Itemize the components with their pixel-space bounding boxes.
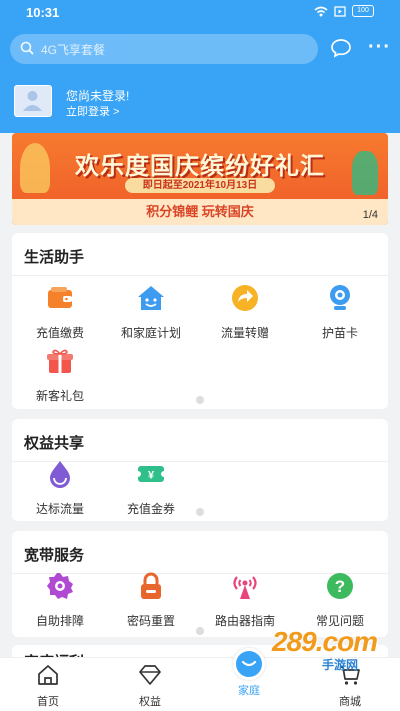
coupon-icon: ¥ bbox=[135, 466, 167, 482]
promo-banner[interactable]: 欢乐度国庆缤纷好礼汇 即日起至2021年10月13日 积分锦鲤 玩转国庆 1/4 bbox=[12, 133, 388, 225]
login-row[interactable]: 您尚未登录! 立即登录 > bbox=[14, 85, 314, 119]
camera-icon bbox=[330, 285, 350, 310]
search-placeholder: 4G飞享套餐 bbox=[41, 43, 106, 57]
broadband-card: 宽带服务 自助排障 密码重置 路由器指南 ? 常见问题 bbox=[12, 531, 388, 637]
card-title: 生活助手 bbox=[24, 249, 85, 266]
svg-text:¥: ¥ bbox=[148, 470, 155, 482]
watermark-subtitle: 手游网 bbox=[322, 658, 359, 672]
family-plan-item[interactable]: 和家庭计划 bbox=[110, 283, 192, 341]
self-troubleshoot-item[interactable]: 自助排障 bbox=[19, 571, 101, 629]
card-title: 宽带服务 bbox=[24, 547, 85, 564]
recharge-item[interactable]: 充值缴费 bbox=[19, 283, 101, 341]
banner-date: 即日起至2021年10月13日 bbox=[125, 178, 275, 193]
screen-icon bbox=[334, 5, 346, 17]
item-label: 流量转赠 bbox=[220, 326, 269, 340]
home-icon bbox=[38, 665, 58, 685]
banner-page-counter: 1/4 bbox=[362, 209, 378, 221]
target-data-item[interactable]: 达标流量 bbox=[19, 459, 101, 517]
diamond-icon bbox=[139, 665, 161, 685]
home-smile-icon bbox=[138, 286, 164, 310]
rights-share-card: 权益共享 达标流量 ¥ 充值金券 bbox=[12, 419, 388, 521]
search-icon bbox=[20, 41, 34, 55]
user-icon bbox=[23, 91, 42, 111]
search-row: 4G飞享套餐 ··· bbox=[0, 34, 400, 66]
password-reset-item[interactable]: 密码重置 bbox=[110, 571, 192, 629]
message-icon[interactable] bbox=[330, 38, 352, 58]
antenna-icon bbox=[233, 576, 257, 599]
card-title: 权益共享 bbox=[24, 435, 85, 452]
page-indicator bbox=[196, 396, 204, 404]
gear-icon bbox=[47, 573, 73, 599]
nav-rights[interactable]: 权益 bbox=[120, 664, 180, 709]
item-label: 和家庭计划 bbox=[120, 326, 181, 340]
nav-label: 商城 bbox=[339, 696, 361, 708]
wallet-icon bbox=[48, 287, 72, 308]
life-assistant-card: 生活助手 充值缴费 和家庭计划 流量转赠 护苗卡 新客礼包 bbox=[12, 233, 388, 409]
banner-subtitle: 积分锦鲤 玩转国庆 bbox=[12, 199, 388, 225]
login-link[interactable]: 立即登录 > bbox=[66, 103, 119, 119]
item-label: 充值金券 bbox=[126, 502, 175, 516]
share-arrow-icon bbox=[232, 285, 258, 311]
divider bbox=[12, 275, 388, 276]
wifi-icon bbox=[314, 6, 328, 16]
more-icon[interactable]: ··· bbox=[368, 37, 391, 57]
page-indicator bbox=[196, 627, 204, 635]
item-label: 新客礼包 bbox=[35, 389, 84, 403]
status-bar: 10:31 100 bbox=[0, 0, 400, 26]
gift-icon bbox=[47, 349, 73, 373]
data-transfer-item[interactable]: 流量转赠 bbox=[204, 283, 286, 341]
new-user-gift-item[interactable]: 新客礼包 bbox=[19, 346, 101, 404]
battery-icon: 100 bbox=[352, 5, 374, 17]
nav-family[interactable]: 家庭 bbox=[219, 648, 279, 698]
item-label: 密码重置 bbox=[126, 614, 175, 628]
drop-icon bbox=[50, 461, 70, 488]
question-icon: ? bbox=[327, 573, 353, 599]
family-icon bbox=[233, 648, 265, 680]
status-icons: 100 bbox=[314, 5, 374, 17]
nav-label: 权益 bbox=[139, 696, 161, 708]
item-label: 充值缴费 bbox=[35, 326, 84, 340]
child-protect-item[interactable]: 护苗卡 bbox=[299, 283, 381, 341]
item-label: 自助排障 bbox=[35, 614, 84, 628]
item-label: 达标流量 bbox=[35, 502, 84, 516]
router-guide-item[interactable]: 路由器指南 bbox=[204, 571, 286, 629]
login-title: 您尚未登录! bbox=[66, 89, 130, 103]
avatar[interactable] bbox=[14, 85, 52, 117]
faq-item[interactable]: ? 常见问题 bbox=[299, 571, 381, 629]
banner-title: 欢乐度国庆缤纷好礼汇 bbox=[75, 153, 325, 180]
header: 10:31 100 4G飞享套餐 ··· 您尚未登录! 立即登录 > bbox=[0, 0, 400, 133]
status-time: 10:31 bbox=[26, 5, 60, 20]
nav-label: 家庭 bbox=[238, 685, 260, 697]
item-label: 护苗卡 bbox=[321, 326, 358, 340]
page-indicator bbox=[196, 508, 204, 516]
svg-text:?: ? bbox=[335, 577, 345, 596]
search-input[interactable]: 4G飞享套餐 bbox=[10, 34, 318, 64]
recharge-coupon-item[interactable]: ¥ 充值金券 bbox=[110, 459, 192, 517]
nav-label: 首页 bbox=[37, 696, 59, 708]
lock-icon bbox=[141, 572, 161, 599]
nav-home[interactable]: 首页 bbox=[18, 664, 78, 709]
watermark-logo: 289.com bbox=[272, 626, 378, 657]
